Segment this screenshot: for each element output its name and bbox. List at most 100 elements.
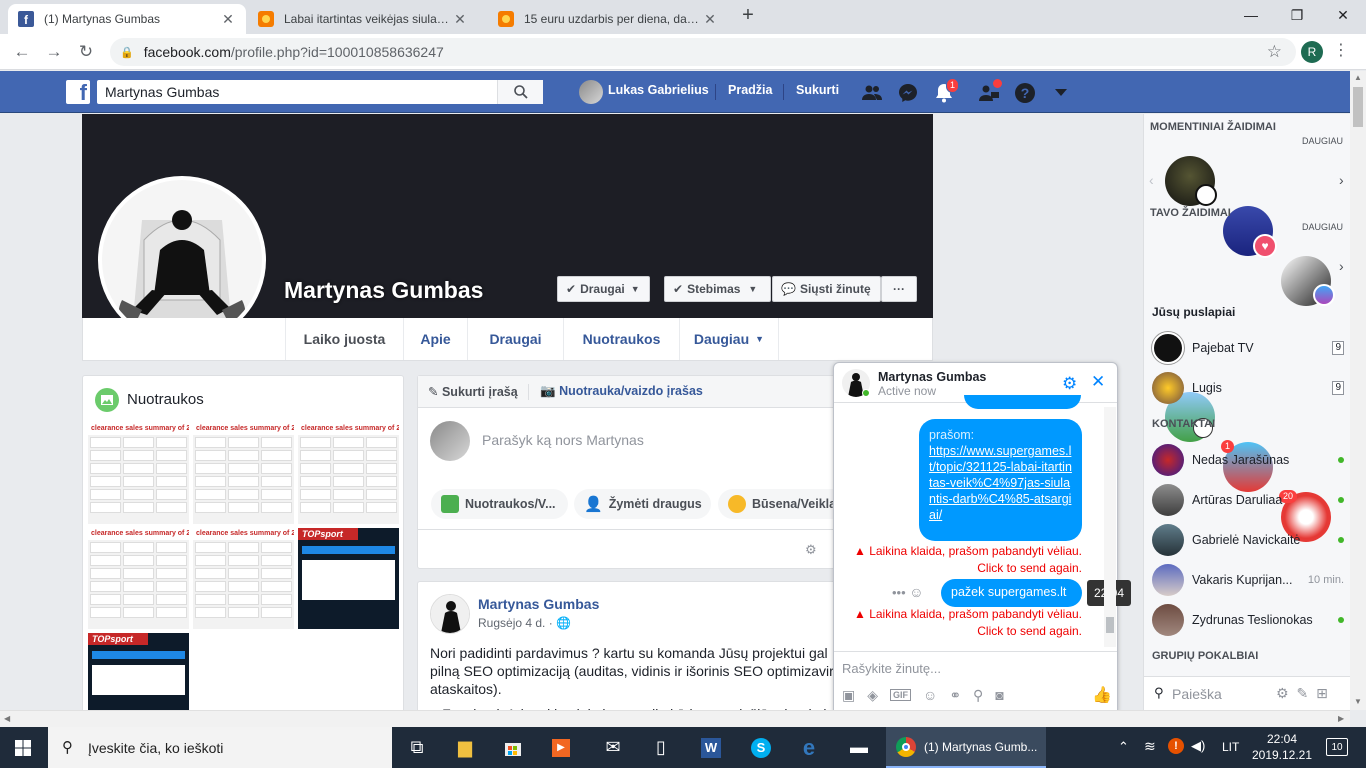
gif-icon[interactable]: GIF — [890, 689, 912, 701]
alert-icon[interactable]: ! — [1168, 738, 1184, 754]
carousel-next-icon[interactable]: › — [1339, 172, 1344, 188]
post-author-name[interactable]: Martynas Gumbas — [478, 596, 599, 612]
page-vertical-scrollbar[interactable]: ▲ ▼ — [1350, 71, 1366, 710]
windows-start-icon[interactable] — [0, 727, 46, 768]
carousel-next-icon[interactable]: › — [1339, 258, 1344, 274]
tab-more[interactable]: Daugiau ▼ — [679, 318, 779, 360]
word-icon[interactable]: W — [688, 727, 734, 768]
more-dots-icon[interactable]: ••• — [892, 585, 906, 600]
friends-button[interactable]: ✔ Draugai ▼ — [557, 276, 650, 302]
message-bubble-link[interactable]: prašom: https://www.supergames.lt/topic/… — [919, 419, 1082, 541]
quick-help-people-icon[interactable] — [978, 79, 1002, 104]
page-item[interactable]: Pajebat TV 9 — [1152, 328, 1344, 368]
page-horizontal-scrollbar[interactable]: ◀ ▶ — [0, 710, 1350, 727]
chat-close-icon[interactable]: ✕ — [1091, 372, 1105, 392]
attachment-icon[interactable]: ⚲ — [973, 687, 983, 704]
contact-item[interactable]: Vakaris Kuprijan... 10 min. — [1152, 560, 1344, 600]
tab-supergames-2[interactable]: 15 euru uzdarbis per diena, darba ✕ — [488, 4, 728, 34]
create-post-tab[interactable]: ✎ Sukurti įrašą — [428, 384, 518, 399]
tab-friends[interactable]: Draugai — [467, 318, 563, 360]
emoji-reaction-icon[interactable]: ☺ — [909, 584, 923, 600]
document-icon[interactable]: ▯ — [638, 727, 684, 768]
clock-date[interactable]: 2019.12.21 — [1248, 748, 1316, 762]
messenger-icon[interactable] — [897, 82, 919, 104]
photo-thumbnail[interactable]: TOPsport — [88, 633, 189, 713]
photo-thumbnail[interactable]: clearance sales summary of 2019 — [193, 528, 294, 629]
more-games-link[interactable]: DAUGIAU — [1302, 222, 1343, 232]
edge-icon[interactable]: e — [786, 727, 832, 768]
taskbar-chrome-item[interactable]: (1) Martynas Gumb... — [886, 727, 1046, 768]
settings-gear-icon[interactable]: ⚙ — [805, 542, 817, 558]
close-tab-icon[interactable]: ✕ — [452, 11, 468, 28]
close-tab-icon[interactable]: ✕ — [220, 11, 236, 28]
chat-scrollbar[interactable] — [1104, 407, 1116, 647]
tag-friends-chip[interactable]: 👤 Žymėti draugus — [574, 489, 711, 519]
close-window-icon[interactable]: ✕ — [1320, 0, 1366, 30]
tab-supergames-1[interactable]: Labai itartintas veikėjas siulantis dar … — [248, 4, 478, 34]
user-profile-link[interactable]: Lukas Gabrielius — [608, 83, 709, 97]
tab-facebook[interactable]: f (1) Martynas Gumbas ✕ — [8, 4, 246, 34]
tab-photos[interactable]: Nuotraukos — [563, 318, 679, 360]
photo-thumbnail[interactable]: TOPsport — [298, 528, 399, 629]
post-meta[interactable]: Rugsėjo 4 d. · 🌐 — [478, 616, 571, 630]
volume-icon[interactable]: ◀) — [1191, 738, 1205, 754]
page-item[interactable]: Lugis 9 — [1152, 368, 1344, 408]
contact-item[interactable]: Nedas Jarašūnas — [1152, 440, 1344, 480]
message-bubble[interactable]: pažek supergames.lt — [941, 579, 1082, 607]
minimize-icon[interactable]: — — [1228, 0, 1274, 30]
close-tab-icon[interactable]: ✕ — [702, 11, 718, 28]
new-group-icon[interactable]: ⊞ — [1316, 685, 1328, 701]
photo-video-chip[interactable]: Nuotraukos/V... — [431, 489, 568, 519]
contact-item[interactable]: Gabrielė Navickaitė — [1152, 520, 1344, 560]
compose-icon[interactable]: ✎ — [1296, 685, 1308, 701]
message-actions[interactable]: ••• ☺ — [892, 584, 924, 600]
url-bar[interactable]: 🔒 facebook.com/profile.php?id=1000108586… — [110, 38, 1296, 66]
feeling-activity-chip[interactable]: Būsena/Veikla — [718, 489, 838, 519]
media-player-icon[interactable]: ▶ — [538, 727, 584, 768]
task-view-icon[interactable]: ⧉ — [394, 727, 440, 768]
facebook-search-input[interactable]: Martynas Gumbas — [97, 80, 543, 104]
skype-icon[interactable]: S — [738, 727, 784, 768]
photos-title[interactable]: Nuotraukos — [127, 391, 204, 408]
previous-message-bubble[interactable] — [964, 395, 1081, 409]
chat-scrollbar-thumb[interactable] — [1106, 617, 1114, 633]
instant-game-thumbnail[interactable] — [1165, 156, 1217, 206]
camera-icon[interactable]: ◙ — [995, 687, 1003, 703]
contact-item[interactable]: Zydrunas Teslionokas — [1152, 600, 1344, 640]
tray-expand-icon[interactable]: ⌃ — [1118, 739, 1129, 755]
chat-settings-gear-icon[interactable]: ⚙ — [1062, 374, 1077, 394]
action-center-icon[interactable]: 10 — [1326, 738, 1348, 756]
sticker-icon[interactable]: ◈ — [867, 687, 878, 704]
restore-icon[interactable]: ❐ — [1274, 0, 1320, 30]
reload-icon[interactable]: ↻ — [74, 40, 98, 64]
bookmark-star-icon[interactable]: ☆ — [1267, 42, 1282, 62]
help-icon[interactable]: ? — [1014, 82, 1036, 104]
profile-name[interactable]: Martynas Gumbas — [284, 277, 483, 304]
chat-contact-name[interactable]: Martynas Gumbas — [878, 370, 986, 384]
scroll-up-icon[interactable]: ▲ — [1354, 73, 1362, 82]
friend-requests-icon[interactable] — [861, 82, 883, 104]
like-thumb-icon[interactable]: 👍 — [1092, 685, 1112, 705]
wifi-icon[interactable]: ≋ — [1144, 738, 1156, 755]
network-app-icon[interactable]: ▬ — [836, 727, 882, 768]
create-link[interactable]: Sukurti — [796, 83, 839, 97]
forward-icon[interactable]: → — [42, 40, 66, 64]
post-author-avatar[interactable] — [430, 594, 470, 634]
photo-thumbnail[interactable]: clearance sales summary of 2019 — [88, 528, 189, 629]
facebook-logo-icon[interactable]: f — [66, 80, 90, 104]
tab-about[interactable]: Apie — [403, 318, 467, 360]
file-explorer-icon[interactable]: ▆ — [442, 727, 488, 768]
search-icon[interactable] — [497, 80, 543, 104]
taskbar-search-input[interactable]: ⚲ Įveskite čia, ko ieškoti — [48, 727, 392, 768]
language-indicator[interactable]: LIT — [1222, 740, 1239, 754]
scroll-down-icon[interactable]: ▼ — [1354, 697, 1362, 706]
clock-time[interactable]: 22:04 — [1252, 732, 1312, 746]
instant-game-thumbnail[interactable] — [1281, 256, 1335, 306]
more-options-button[interactable]: ··· — [881, 276, 917, 302]
home-link[interactable]: Pradžia — [728, 83, 772, 97]
more-games-link[interactable]: DAUGIAU — [1302, 136, 1343, 146]
photo-thumbnail[interactable]: clearance sales summary of 2019 — [88, 423, 189, 524]
carousel-prev-icon[interactable]: ‹ — [1149, 172, 1154, 188]
retry-link[interactable]: Click to send again. — [842, 624, 1082, 638]
link-icon[interactable]: ⚭ — [949, 687, 961, 704]
